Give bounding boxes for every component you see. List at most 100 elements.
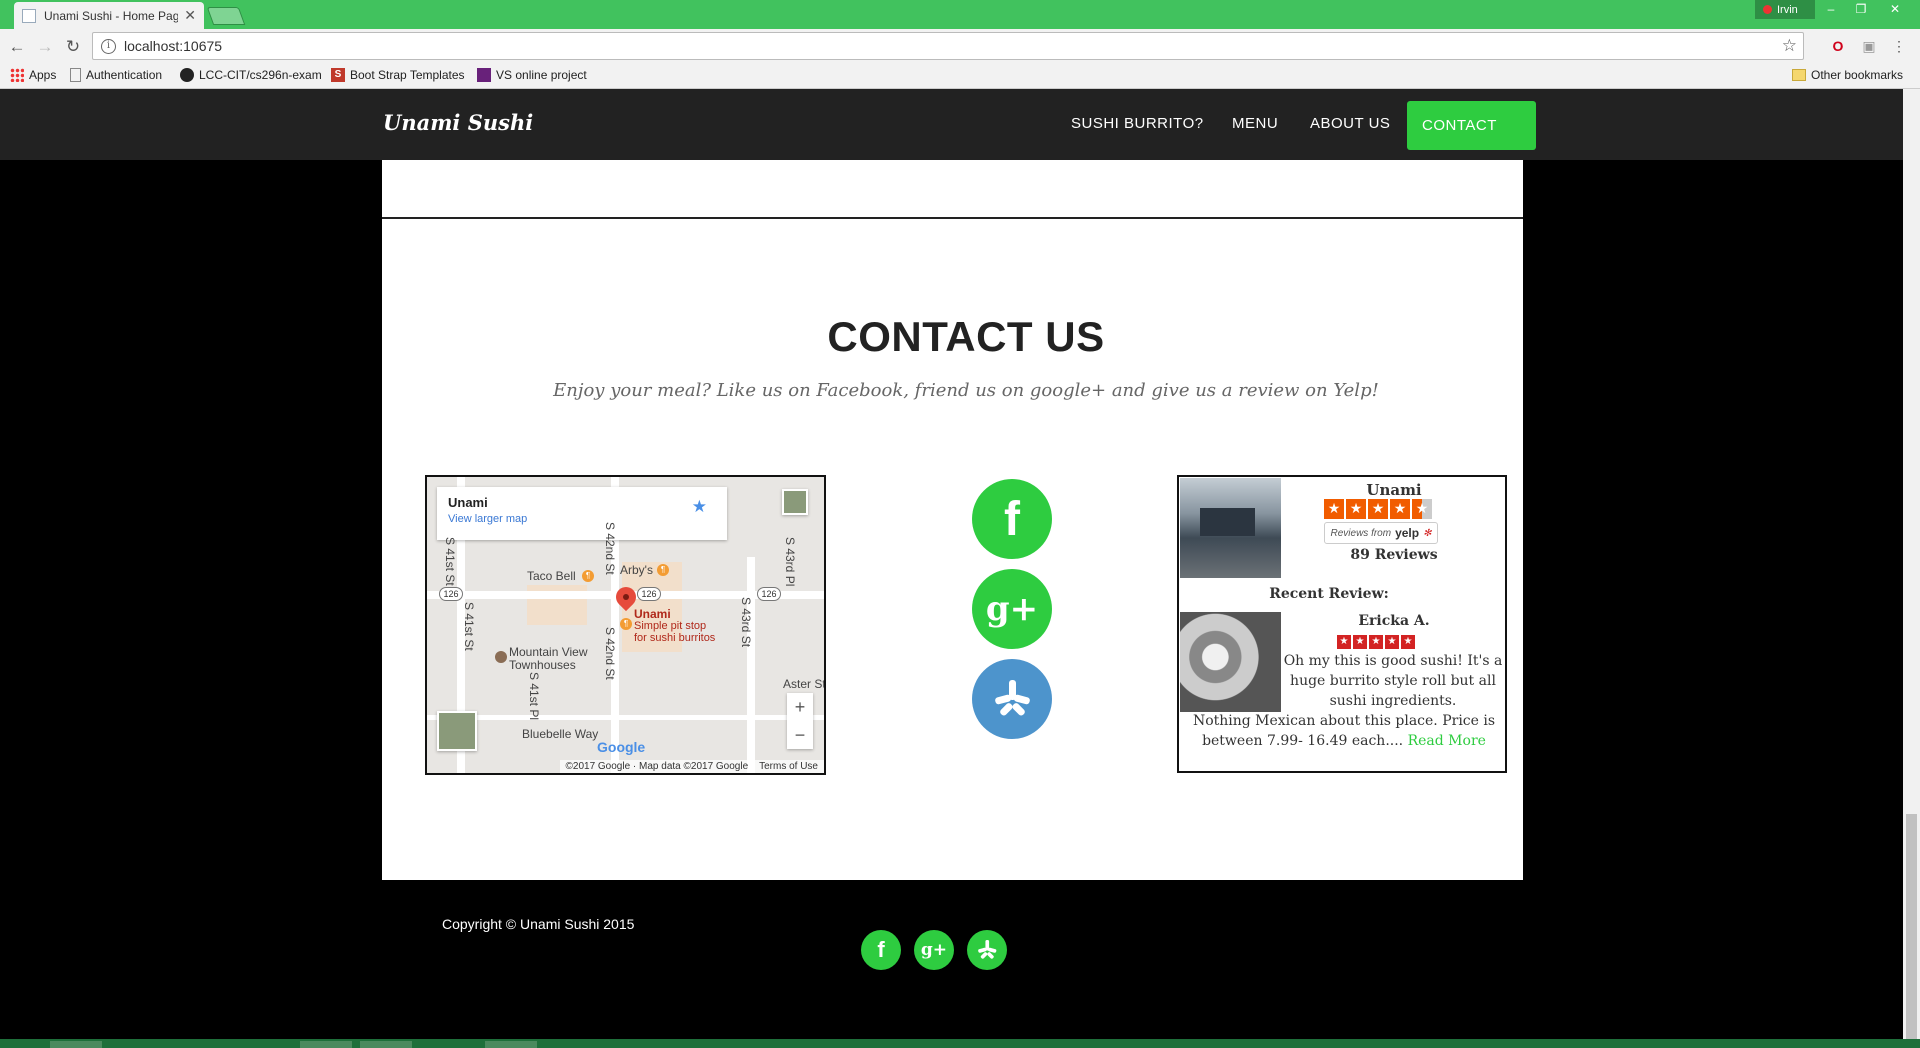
map-street-label: S 42nd St	[603, 522, 617, 575]
map-poi-arbys: Arby's	[620, 563, 653, 577]
map-place-name: Unami	[448, 495, 488, 510]
profile-button[interactable]: Irvin	[1755, 0, 1815, 19]
save-star-icon[interactable]: ★	[692, 497, 707, 517]
map-road	[747, 557, 755, 773]
route-shield: 126	[757, 587, 781, 601]
section-divider	[382, 217, 1523, 219]
os-taskbar	[0, 1039, 1920, 1048]
star-icon: ★	[1401, 635, 1415, 649]
back-icon[interactable]: ←	[6, 36, 28, 58]
tab-title: Unami Sushi - Home Pag	[44, 8, 179, 23]
star-icon: ★	[1346, 499, 1366, 519]
footer-yelp-button[interactable]	[967, 930, 1007, 970]
nav-contact-us[interactable]: CONTACT US	[1407, 101, 1536, 183]
route-shield: 126	[637, 587, 661, 601]
folder-icon	[1792, 69, 1806, 81]
map-poi-townhouses: Townhouses	[509, 658, 576, 672]
zoom-in-button[interactable]: +	[787, 693, 813, 721]
map-poi-mountain-view: Mountain View	[509, 645, 588, 659]
new-tab-button[interactable]	[206, 7, 246, 25]
yelp-burst-icon: ✻	[1423, 527, 1432, 539]
opera-extension-icon[interactable]: O	[1829, 37, 1847, 55]
map-pin-title: Unami	[634, 607, 671, 621]
reload-icon[interactable]: ↻	[62, 36, 84, 58]
review-count[interactable]: 89 Reviews	[1281, 547, 1507, 563]
footer-google-plus-button[interactable]: g+	[914, 930, 954, 970]
half-star-icon: ★	[1412, 499, 1432, 519]
review-star-rating: ★ ★ ★ ★ ★	[1337, 635, 1415, 649]
map-label-aster: Aster St	[783, 677, 826, 691]
map-street-label: S 42nd St	[603, 627, 617, 680]
map-street-label: S 41st Pl	[527, 672, 541, 721]
reviewer-name[interactable]: Ericka A.	[1281, 613, 1507, 629]
google-plus-button[interactable]: g+	[972, 569, 1052, 649]
map-poi-taco-bell: Taco Bell	[527, 569, 576, 583]
contact-title: CONTACT US	[827, 313, 1105, 360]
map-pin-desc: for sushi burritos	[634, 632, 716, 644]
zoom-out-button[interactable]: −	[787, 721, 813, 749]
view-larger-map-link[interactable]: View larger map	[448, 513, 716, 525]
page-favicon-icon	[22, 8, 36, 23]
address-bar[interactable]: i localhost:10675 ☆	[92, 32, 1804, 60]
browser-tab[interactable]: Unami Sushi - Home Pag ✕	[14, 2, 204, 29]
yelp-icon	[995, 680, 1030, 716]
review-text-bottom: Nothing Mexican about this place. Price …	[1184, 711, 1504, 751]
bookmark-other[interactable]: Other bookmarks	[1792, 68, 1903, 82]
tab-close-icon[interactable]: ✕	[184, 7, 196, 24]
nav-menu[interactable]: MENU	[1232, 115, 1278, 132]
page-icon	[70, 68, 81, 82]
taskbar-item[interactable]	[50, 1041, 102, 1048]
forward-icon[interactable]: →	[34, 36, 56, 58]
google-logo: Google	[597, 739, 646, 755]
footer-facebook-button[interactable]: f	[861, 930, 901, 970]
map-zoom-control: + −	[787, 693, 813, 749]
map-copyright: ©2017 Google · Map data ©2017 Google	[565, 761, 749, 772]
scrollbar-thumb[interactable]	[1906, 814, 1917, 1039]
star-icon: ★	[1324, 499, 1344, 519]
read-more-link[interactable]: Read More	[1408, 733, 1486, 749]
facebook-icon: f	[877, 937, 885, 962]
facebook-button[interactable]: f	[972, 479, 1052, 559]
taskbar-item[interactable]	[485, 1041, 537, 1048]
star-icon: ★	[1368, 499, 1388, 519]
profile-name: Irvin	[1777, 3, 1798, 16]
restaurant-icon: ¶	[582, 570, 594, 582]
nav-sushi-burrito[interactable]: SUSHI BURRITO?	[1071, 115, 1204, 132]
browser-toolbar: ← → ↻ i localhost:10675 ☆ O ▣ ⋮	[0, 29, 1920, 64]
bootstrap-s-icon: S	[331, 68, 345, 82]
bookmark-github[interactable]: LCC-CIT/cs296n-exam	[180, 68, 322, 82]
bookmark-star-icon[interactable]: ☆	[1782, 36, 1797, 56]
close-window-button[interactable]: ✕	[1880, 0, 1910, 19]
map-label-bluebelle: Bluebelle Way	[522, 727, 599, 741]
site-logo[interactable]: Unami Sushi	[383, 110, 533, 135]
bookmarks-bar: Apps Authentication LCC-CIT/cs296n-exam …	[0, 64, 1920, 89]
menu-icon[interactable]: ⋮	[1890, 37, 1908, 55]
bookmark-authentication[interactable]: Authentication	[70, 68, 162, 82]
site-navbar: Unami Sushi SUSHI BURRITO? MENU ABOUT US…	[0, 89, 1920, 183]
yelp-logo: yelp	[1395, 526, 1420, 540]
pdf-extension-icon[interactable]: ▣	[1860, 37, 1878, 55]
map-terms-link[interactable]: Terms of Use	[759, 761, 818, 772]
reviews-from-yelp-badge[interactable]: Reviews from yelp ✻	[1324, 522, 1438, 544]
browser-titlebar: Unami Sushi - Home Pag ✕ Irvin – ❐ ✕	[0, 0, 1920, 29]
taskbar-item[interactable]	[360, 1041, 412, 1048]
bookmark-vs-online[interactable]: VS online project	[477, 68, 587, 82]
bookmark-bootstrap[interactable]: S Boot Strap Templates	[331, 68, 465, 82]
github-icon	[180, 68, 194, 82]
restore-button[interactable]: ❐	[1846, 0, 1876, 19]
bookmark-apps[interactable]: Apps	[10, 68, 56, 82]
map-street-label: S 43rd St	[739, 597, 753, 648]
page-scrollbar[interactable]	[1903, 89, 1920, 1039]
map-street-label: S 41st St	[462, 602, 476, 651]
map-road	[427, 715, 824, 720]
map-satellite-toggle[interactable]	[437, 711, 477, 751]
yelp-button[interactable]	[972, 659, 1052, 739]
map-street-label: S 41st St	[443, 537, 457, 586]
yelp-business-name[interactable]: Unami	[1281, 481, 1507, 499]
google-map[interactable]: Unami View larger map ★ Taco Bell ¶ Arby…	[425, 475, 826, 775]
minimize-button[interactable]: –	[1816, 0, 1846, 19]
taskbar-item[interactable]	[300, 1041, 352, 1048]
nav-about-us[interactable]: ABOUT US	[1310, 115, 1390, 132]
site-info-icon[interactable]: i	[101, 38, 116, 54]
map-fullscreen-thumb[interactable]	[782, 489, 808, 515]
